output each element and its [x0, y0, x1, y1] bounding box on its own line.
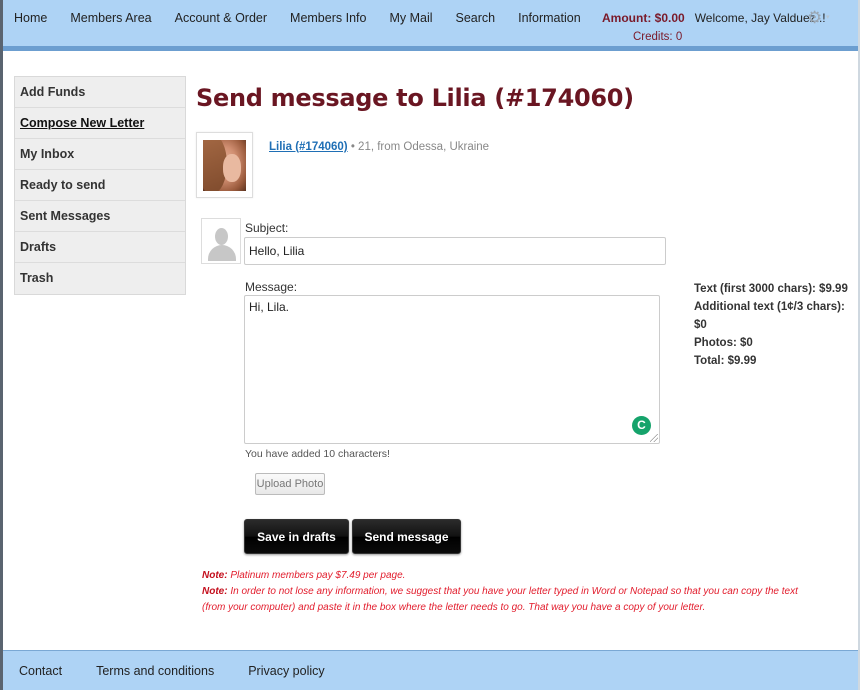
mail-sidebar: Add Funds Compose New Letter My Inbox Re…	[14, 76, 186, 295]
price-total: Total: $9.99	[694, 355, 757, 367]
account-summary: Amount: $0.00 Welcome, Jay Valduez..!	[602, 11, 826, 25]
footer-link-terms[interactable]: Terms and conditions	[96, 664, 214, 678]
notes-section: Note: Platinum members pay $7.49 per pag…	[202, 568, 822, 616]
nav-search[interactable]: Search	[456, 11, 496, 25]
note-text: Platinum members pay $7.49 per page.	[227, 570, 406, 581]
user-silhouette-icon	[215, 228, 228, 245]
chevron-down-icon[interactable]: ▾	[826, 13, 830, 21]
gear-icon[interactable]: ⚙	[807, 9, 825, 27]
nav-members-info[interactable]: Members Info	[290, 11, 366, 25]
save-in-drafts-button[interactable]: Save in drafts	[244, 519, 349, 554]
note-label: Note:	[202, 570, 228, 581]
page-title: Send message to Lilia (#174060)	[196, 84, 634, 112]
sidebar-item-compose-new-letter[interactable]: Compose New Letter	[15, 108, 185, 139]
credits-balance: Credits: 0	[633, 31, 683, 43]
amount-balance: Amount: $0.00	[602, 11, 685, 25]
message-textarea[interactable]: Hi, Lila.	[244, 295, 660, 444]
sender-avatar-placeholder	[201, 218, 241, 264]
upload-photo-button[interactable]: Upload Photo	[255, 473, 325, 495]
recipient-avatar[interactable]	[196, 132, 253, 198]
footer-links: Contact Terms and conditions Privacy pol…	[19, 664, 359, 678]
note-backup: Note: In order to not lose any informati…	[202, 584, 822, 616]
footer-link-contact[interactable]: Contact	[19, 664, 62, 678]
footer-link-privacy[interactable]: Privacy policy	[248, 664, 324, 678]
message-label: Message:	[245, 280, 298, 294]
resize-handle-icon[interactable]	[650, 434, 658, 442]
note-platinum: Note: Platinum members pay $7.49 per pag…	[202, 568, 822, 584]
recipient-profile-link[interactable]: Lilia (#174060)	[269, 141, 348, 153]
footer: Contact Terms and conditions Privacy pol…	[3, 650, 858, 690]
price-text: Text (first 3000 chars): $9.99	[694, 283, 848, 295]
sidebar-item-add-funds[interactable]: Add Funds	[15, 77, 185, 108]
nav-account-order[interactable]: Account & Order	[175, 11, 267, 25]
send-message-button[interactable]: Send message	[352, 519, 461, 554]
sidebar-item-sent-messages[interactable]: Sent Messages	[15, 201, 185, 232]
sidebar-item-ready-to-send[interactable]: Ready to send	[15, 170, 185, 201]
nav-information[interactable]: Information	[518, 11, 581, 25]
nav-my-mail[interactable]: My Mail	[389, 11, 432, 25]
grammarly-icon[interactable]: C	[632, 416, 651, 435]
subject-input[interactable]	[244, 237, 666, 265]
sidebar-item-trash[interactable]: Trash	[15, 263, 185, 294]
nav-bottom-strip	[3, 46, 858, 51]
note-label: Note:	[202, 586, 228, 597]
welcome-message: Welcome, Jay Valduez..!	[694, 11, 826, 25]
pricing-summary: Text (first 3000 chars): $9.99 Additiona…	[694, 280, 860, 370]
price-photos: Photos: $0	[694, 337, 753, 349]
sidebar-item-my-inbox[interactable]: My Inbox	[15, 139, 185, 170]
user-silhouette-body	[208, 245, 236, 261]
nav-members-area[interactable]: Members Area	[70, 11, 151, 25]
recipient-details: • 21, from Odessa, Ukraine	[347, 141, 490, 153]
nav-home[interactable]: Home	[14, 11, 47, 25]
recipient-photo	[203, 140, 246, 191]
recipient-info: Lilia (#174060) • 21, from Odessa, Ukrai…	[269, 141, 489, 153]
subject-label: Subject:	[245, 221, 289, 235]
note-text: In order to not lose any information, we…	[202, 586, 798, 613]
price-additional-text: Additional text (1¢/3 chars): $0	[694, 301, 845, 331]
main-nav: Home Members Area Account & Order Member…	[14, 11, 604, 25]
sidebar-item-drafts[interactable]: Drafts	[15, 232, 185, 263]
character-count: You have added 10 characters!	[245, 448, 390, 460]
